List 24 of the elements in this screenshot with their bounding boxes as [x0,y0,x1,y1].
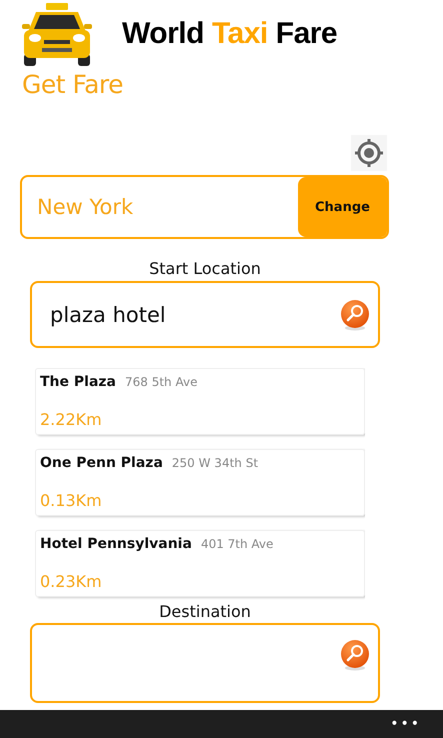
place-address: 768 5th Ave [125,375,198,389]
place-distance: 0.23Km [40,572,103,591]
place-name: The Plaza [40,374,116,390]
locate-button[interactable] [351,135,387,171]
search-icon[interactable] [340,639,370,671]
place-distance: 0.13Km [40,491,103,510]
place-distance: 2.22Km [40,410,103,429]
city-field[interactable]: New York Change [20,175,389,239]
start-location-label: Start Location [148,259,262,278]
crosshair-icon [353,137,385,169]
destination-label: Destination [158,602,252,621]
search-icon[interactable] [340,298,370,330]
place-address: 401 7th Ave [200,537,274,551]
destination-field[interactable] [30,623,380,703]
app-title: World Taxi Fare [122,17,338,51]
result-card[interactable]: Hotel Pennsylvania 401 7th Ave 0.23Km [35,530,365,597]
page-title: Get Fare [22,70,124,99]
change-button[interactable]: Change [298,177,387,237]
more-button[interactable]: ••• [390,716,421,732]
place-name: Hotel Pennsylvania [40,536,192,552]
result-card[interactable]: The Plaza 768 5th Ave 2.22Km [35,368,365,435]
result-card[interactable]: One Penn Plaza 250 W 34th St 0.13Km [35,449,365,516]
place-address: 250 W 34th St [172,456,258,470]
place-name: One Penn Plaza [40,455,163,471]
